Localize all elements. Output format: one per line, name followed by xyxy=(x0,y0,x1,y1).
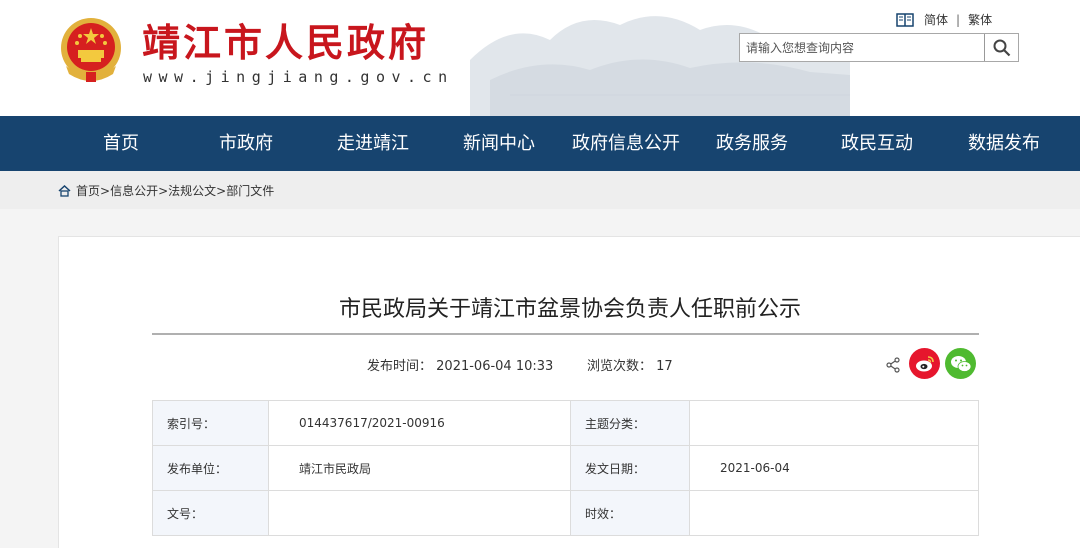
weibo-share-button[interactable] xyxy=(909,348,940,379)
view-count-label: 浏览次数： xyxy=(587,359,653,374)
issuing-unit-value: 靖江市民政局 xyxy=(268,445,571,491)
breadcrumb-separator: > xyxy=(100,183,111,198)
share-icon[interactable] xyxy=(885,357,901,373)
table-row: 索引号： 014437617/2021-00916 主题分类： xyxy=(152,400,979,446)
wechat-share-button[interactable] xyxy=(945,348,976,379)
nav-item-public-interaction[interactable]: 政民互动 xyxy=(833,116,921,171)
search-box xyxy=(739,33,1019,62)
home-icon xyxy=(58,184,71,197)
view-count-value: 17 xyxy=(656,359,673,374)
nav-item-data-release[interactable]: 数据发布 xyxy=(959,116,1049,171)
view-count: 浏览次数： 17 xyxy=(587,355,673,374)
nav-item-info-disclosure[interactable]: 政府信息公开 xyxy=(568,116,684,171)
title-divider xyxy=(152,333,979,335)
validity-label: 时效： xyxy=(570,490,690,536)
table-row: 发布单位： 靖江市民政局 发文日期： 2021-06-04 xyxy=(152,445,979,491)
site-header: 靖江市人民政府 www.jingjiang.gov.cn 简体 | 繁体 xyxy=(0,0,1080,116)
index-number-label: 索引号： xyxy=(152,400,269,446)
breadcrumb-home[interactable]: 首页 xyxy=(76,182,100,199)
breadcrumb-regulations[interactable]: 法规公文 xyxy=(168,182,216,199)
document-number-label: 文号： xyxy=(152,490,269,536)
breadcrumb-separator: > xyxy=(216,183,227,198)
search-input[interactable] xyxy=(740,34,984,61)
publish-time-label: 发布时间： xyxy=(367,359,433,374)
nav-item-home[interactable]: 首页 xyxy=(86,116,156,171)
index-number-value: 014437617/2021-00916 xyxy=(268,400,571,446)
nav-item-about-jingjiang[interactable]: 走进靖江 xyxy=(329,116,417,171)
article-title: 市民政局关于靖江市盆景协会负责人任职前公示 xyxy=(338,297,801,322)
breadcrumb-department-documents[interactable]: 部门文件 xyxy=(226,182,274,199)
national-emblem-icon xyxy=(61,18,121,82)
search-button[interactable] xyxy=(984,34,1018,61)
document-number-value xyxy=(268,490,571,536)
breadcrumb-separator: > xyxy=(158,183,169,198)
publish-time: 发布时间： 2021-06-04 10:33 xyxy=(367,355,553,374)
breadcrumb: 首页 > 信息公开 > 法规公文 > 部门文件 xyxy=(0,171,1080,209)
issuing-unit-label: 发布单位： xyxy=(152,445,269,491)
topic-category-label: 主题分类： xyxy=(570,400,690,446)
topic-category-value xyxy=(689,400,979,446)
wechat-icon xyxy=(950,355,971,372)
book-icon xyxy=(896,12,914,27)
issue-date-value: 2021-06-04 xyxy=(689,445,979,491)
simplified-chinese-link[interactable]: 简体 xyxy=(924,11,948,28)
issue-date-label: 发文日期： xyxy=(570,445,690,491)
validity-value xyxy=(689,490,979,536)
publish-time-value: 2021-06-04 10:33 xyxy=(436,359,554,374)
document-info-table: 索引号： 014437617/2021-00916 主题分类： 发布单位： 靖江… xyxy=(152,400,979,536)
lang-separator: | xyxy=(956,12,961,27)
nav-item-city-government[interactable]: 市政府 xyxy=(203,116,289,171)
site-url: www.jingjiang.gov.cn xyxy=(143,68,454,86)
weibo-icon xyxy=(915,355,934,371)
site-title[interactable]: 靖江市人民政府 xyxy=(142,20,429,66)
search-icon xyxy=(993,39,1010,56)
main-nav: 首页 市政府 走进靖江 新闻中心 政府信息公开 政务服务 政民互动 数据发布 xyxy=(0,116,1080,171)
nav-item-news-center[interactable]: 新闻中心 xyxy=(454,116,544,171)
nav-item-government-services[interactable]: 政务服务 xyxy=(709,116,795,171)
traditional-chinese-link[interactable]: 繁体 xyxy=(968,11,992,28)
article-panel: 市民政局关于靖江市盆景协会负责人任职前公示 发布时间： 2021-06-04 1… xyxy=(58,236,1080,548)
breadcrumb-info-disclosure[interactable]: 信息公开 xyxy=(110,182,158,199)
language-switcher: 简体 | 繁体 xyxy=(896,11,992,28)
table-row: 文号： 时效： xyxy=(152,490,979,536)
